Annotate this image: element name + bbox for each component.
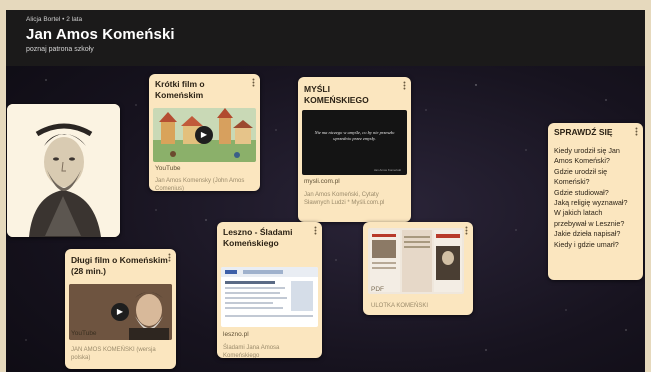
thoughts-card[interactable]: • • • MYŚLI KOMEŃSKIEGO Nie ma niczego w u… [298,77,411,222]
source-label: YouTube [155,165,181,172]
quiz-line: Komeński? [554,177,590,187]
portrait-card[interactable] [7,104,120,237]
quote-text: Nie ma niczego w umyśle, co by nie przes… [314,130,395,141]
padlet-board: Alicja Bortel • 2 lata Jan Amos Komeński… [6,10,645,372]
leaflet-card[interactable]: • • • PDF ULOTKA KOMEŃSKI [363,222,473,315]
long-film-card[interactable]: • • • Długi film o Komeńskim (28 min.) ▶ Y… [65,249,176,369]
card-menu-icon[interactable]: • • • [635,126,638,139]
card-caption: Jan Amos Komeński, Cytaty Sławnych Ludzi… [304,192,385,206]
card-title: Leszno - Śladami Komeńskiego [223,227,293,248]
video-thumbnail[interactable]: ▶ [153,108,256,162]
quiz-line: Amos Komeński? [554,156,610,166]
quiz-questions: Kiedy urodził się Jan Amos Komeński? Gdz… [554,146,640,250]
board-title: Jan Amos Komeński [26,26,175,43]
short-film-card[interactable]: • • • Krótki film o Komeńskim ▶ YouTube Ja… [149,74,260,191]
quiz-line: Gdzie urodził się [554,166,608,176]
source-label: leszno.pl [223,331,249,338]
card-title: SPRAWDŹ SIĘ [554,127,613,137]
quiz-line: Jakie dzieła napisał? [554,229,621,239]
card-title: MYŚLI KOMEŃSKIEGO [304,84,369,105]
play-icon[interactable]: ▶ [111,303,129,321]
komenski-portrait-image [7,104,120,237]
source-label: PDF [371,286,384,293]
quote-author: Jan Amos Komeński [373,168,401,172]
quiz-line: przebywał w Lesznie? [554,218,625,228]
author-meta: Alicja Bortel • 2 lata [26,16,83,23]
card-caption: Jan Amos Komensky (John Amos Comenius) [155,178,245,191]
board-header: Alicja Bortel • 2 lata Jan Amos Komeński… [6,10,645,66]
card-title: Krótki film o Komeńskim [155,79,205,100]
quiz-line: W jakich latach [554,208,603,218]
source-label: YouTube [71,330,97,337]
card-menu-icon[interactable]: • • • [314,225,317,238]
quiz-line: Gdzie studiował? [554,187,609,197]
leszno-card[interactable]: • • • Leszno - Śladami Komeńskiego leszno.… [217,222,322,358]
website-screenshot-image [221,267,318,327]
card-caption: Śladami Jana Amosa Komeńskiego [223,345,280,358]
card-caption: ULOTKA KOMEŃSKI [371,303,429,309]
quiz-line: Jaką religię wyznawał? [554,198,628,208]
quiz-card[interactable]: • • • SPRAWDŹ SIĘ Kiedy urodził się Jan Am… [548,123,643,280]
card-menu-icon[interactable]: • • • [465,225,468,238]
card-title: Długi film o Komeńskim (28 min.) [71,255,168,276]
board-subtitle: poznaj patrona szkoły [26,46,94,53]
card-caption: JAN AMOS KOMEŃSKI (wersja polska) [71,347,156,361]
quiz-line: Kiedy urodził się Jan [554,146,620,155]
play-icon[interactable]: ▶ [195,126,213,144]
card-menu-icon[interactable]: • • • [252,77,255,90]
leaflet-preview-image [368,228,464,294]
source-label: mysli.com.pl [304,178,340,185]
quiz-line: Kiedy i gdzie umarł? [554,239,619,249]
card-menu-icon[interactable]: • • • [403,80,406,93]
quote-image: Nie ma niczego w umyśle, co by nie przes… [302,110,407,175]
